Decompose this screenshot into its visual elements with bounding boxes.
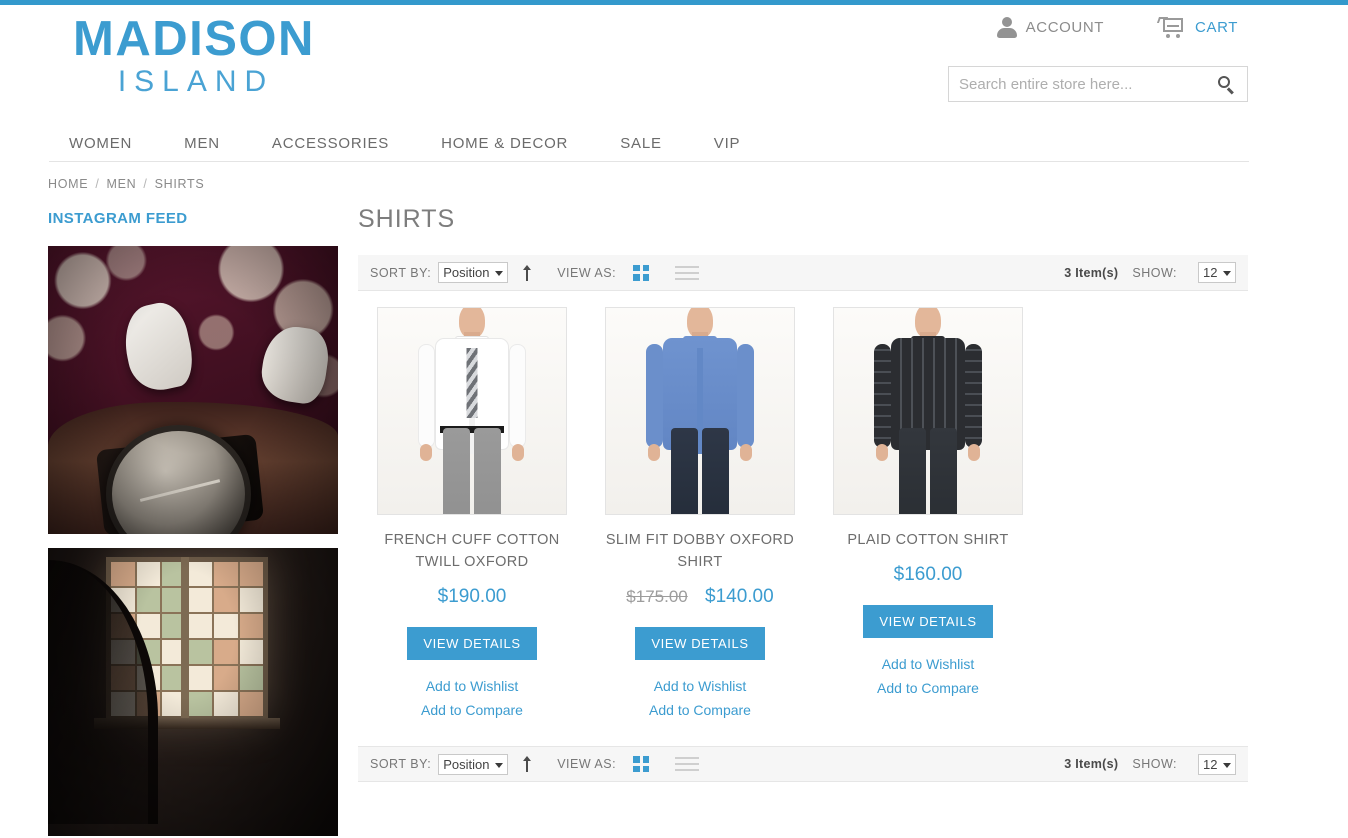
view-details-button[interactable]: VIEW DETAILS (863, 605, 993, 638)
price-value: $140.00 (705, 586, 774, 607)
product-card: PLAID COTTON SHIRT $160.00 VIEW DETAILS … (814, 307, 1042, 722)
search-input[interactable] (949, 67, 1205, 101)
search-box (948, 66, 1248, 102)
show-per-page-select[interactable]: 12 (1198, 753, 1236, 775)
product-name[interactable]: SLIM FIT DOBBY OXFORD SHIRT (586, 529, 814, 573)
product-price: $160.00 (814, 564, 1042, 586)
product-price: $190.00 (358, 586, 586, 608)
sort-by-select[interactable]: Position (438, 262, 509, 283)
add-to-compare-link[interactable]: Add to Compare (358, 698, 586, 722)
breadcrumb-item-shirts: SHIRTS (154, 177, 205, 191)
nav-item-home-decor[interactable]: HOME & DECOR (415, 126, 594, 162)
sort-direction-icon[interactable] (521, 756, 533, 772)
logo-main-text: MADISON (73, 12, 315, 66)
product-old-price: $175.00 (626, 587, 688, 606)
price-value: $190.00 (437, 586, 507, 607)
price-value: $160.00 (893, 564, 963, 585)
person-icon (996, 17, 1017, 38)
sidebar: INSTAGRAM FEED (48, 210, 338, 838)
header-links: ACCOUNT CART (996, 17, 1238, 38)
add-to-wishlist-link[interactable]: Add to Wishlist (586, 674, 814, 698)
product-image[interactable] (377, 307, 567, 515)
nav-item-women[interactable]: WOMEN (49, 126, 158, 162)
instagram-photo-2[interactable] (48, 548, 338, 836)
page-title: SHIRTS (358, 205, 456, 233)
product-image[interactable] (605, 307, 795, 515)
breadcrumb-separator: / (143, 177, 148, 191)
breadcrumb-item-home[interactable]: HOME (48, 177, 88, 191)
account-label: ACCOUNT (1025, 19, 1105, 36)
cart-link[interactable]: CART (1156, 17, 1238, 38)
grid-view-icon[interactable] (633, 756, 650, 772)
nav-item-accessories[interactable]: ACCESSORIES (246, 126, 415, 162)
view-details-button[interactable]: VIEW DETAILS (407, 627, 537, 660)
product-card: SLIM FIT DOBBY OXFORD SHIRT $175.00 $140… (586, 307, 814, 722)
view-as-label: VIEW AS: (557, 757, 617, 771)
show-label: SHOW: (1132, 265, 1177, 280)
add-to-wishlist-link[interactable]: Add to Wishlist (358, 674, 586, 698)
product-price: $175.00 $140.00 (586, 586, 814, 608)
logo-sub-text: ISLAND (117, 65, 275, 98)
item-count: 3 Item(s) (1064, 757, 1119, 771)
list-view-icon[interactable] (675, 756, 700, 772)
product-image[interactable] (833, 307, 1023, 515)
sort-direction-icon[interactable] (521, 264, 533, 281)
search-button[interactable] (1205, 67, 1247, 101)
breadcrumb-separator: / (95, 177, 100, 191)
view-as-label: VIEW AS: (557, 265, 617, 280)
main-content: SHIRTS SORT BY: Position VIEW AS: 3 Item… (358, 205, 1248, 782)
product-name[interactable]: PLAID COTTON SHIRT (814, 529, 1042, 551)
account-link[interactable]: ACCOUNT (996, 17, 1105, 38)
list-view-icon[interactable] (675, 265, 700, 281)
item-count: 3 Item(s) (1064, 265, 1119, 280)
add-to-compare-link[interactable]: Add to Compare (814, 676, 1042, 700)
search-icon (1217, 75, 1235, 94)
sort-by-label: SORT BY: (370, 265, 432, 280)
grid-view-icon[interactable] (633, 264, 650, 281)
view-details-button[interactable]: VIEW DETAILS (635, 627, 765, 660)
instagram-photo-1[interactable] (48, 246, 338, 534)
main-navigation: WOMEN MEN ACCESSORIES HOME & DECOR SALE … (49, 126, 1249, 162)
show-label: SHOW: (1132, 757, 1177, 771)
sort-by-select[interactable]: Position (438, 753, 509, 775)
site-header: MADISON ISLAND ACCOUNT CART (0, 5, 1348, 125)
nav-item-sale[interactable]: SALE (594, 126, 688, 162)
sort-by-label: SORT BY: (370, 757, 432, 771)
instagram-feed-title: INSTAGRAM FEED (48, 210, 188, 227)
product-card: FRENCH CUFF COTTON TWILL OXFORD $190.00 … (358, 307, 586, 722)
show-per-page-select[interactable]: 12 (1198, 262, 1236, 283)
add-to-compare-link[interactable]: Add to Compare (586, 698, 814, 722)
nav-item-vip[interactable]: VIP (688, 126, 767, 162)
storefront-page: MADISON ISLAND ACCOUNT CART Search entir… (0, 0, 1348, 838)
cart-label: CART (1195, 19, 1238, 36)
toolbar-bottom: SORT BY: Position VIEW AS: 3 Item(s) SHO… (358, 746, 1248, 782)
product-grid: FRENCH CUFF COTTON TWILL OXFORD $190.00 … (358, 307, 1248, 722)
nav-item-men[interactable]: MEN (158, 126, 246, 162)
shopping-cart-icon (1156, 17, 1186, 38)
breadcrumb: HOME / MEN / SHIRTS (48, 177, 204, 191)
site-logo[interactable]: MADISON ISLAND (49, 13, 469, 99)
toolbar-top: SORT BY: Position VIEW AS: 3 Item(s) SHO… (358, 255, 1248, 291)
breadcrumb-item-men[interactable]: MEN (107, 177, 137, 191)
product-name[interactable]: FRENCH CUFF COTTON TWILL OXFORD (358, 529, 586, 573)
add-to-wishlist-link[interactable]: Add to Wishlist (814, 652, 1042, 676)
